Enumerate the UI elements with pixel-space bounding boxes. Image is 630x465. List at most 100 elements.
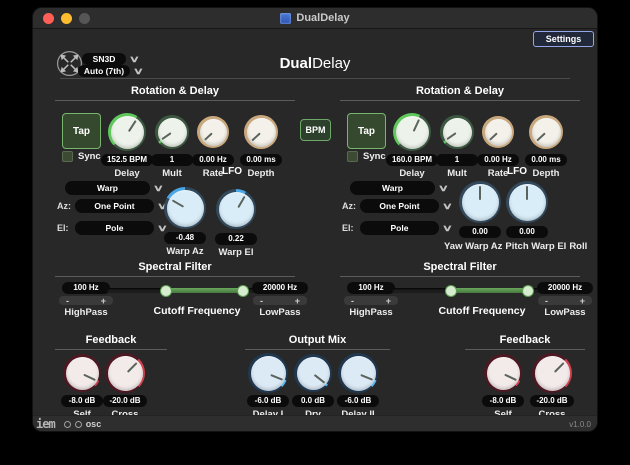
delay-knob[interactable] [393, 113, 431, 151]
tap-tempo-button[interactable]: Tap [62, 113, 101, 149]
lowpass-value[interactable]: 20000 Hz [252, 282, 308, 294]
az-label: Az: [342, 201, 356, 211]
desktop: DualDelay Settings SN3D ∨ Auto (7th) ∨ D… [0, 0, 630, 465]
app-icon [280, 12, 292, 24]
delay1-value[interactable]: -6.0 dB [247, 395, 289, 407]
yaw-warp-az-label: Yaw Warp Az [444, 241, 503, 252]
feedback-self-knob[interactable] [63, 354, 101, 392]
zoom-button[interactable] [79, 12, 90, 24]
sync-toggle[interactable]: Sync [62, 151, 101, 162]
lowpass-value[interactable]: 20000 Hz [537, 282, 593, 294]
tap-tempo-button[interactable]: Tap [347, 113, 386, 149]
plus-button[interactable]: + [386, 296, 391, 305]
depth-value[interactable]: 0.00 ms [525, 154, 567, 166]
close-button[interactable] [43, 12, 54, 24]
feedback-cross-knob[interactable] [532, 353, 572, 393]
mult-label: Mult [447, 168, 467, 179]
warp-mode-dropdown[interactable]: Warp ∨ [65, 181, 164, 195]
minus-button[interactable]: - [66, 296, 69, 305]
mult-knob[interactable] [155, 115, 189, 149]
section-divider [55, 349, 167, 350]
osc-status[interactable]: osc [63, 419, 101, 429]
header-divider [60, 78, 570, 79]
az-warp-dropdown[interactable]: Az: One Point ∨ [57, 199, 168, 213]
feedback-self-knob[interactable] [484, 354, 522, 392]
section-title: Rotation & Delay [130, 85, 219, 97]
yaw-warp-az-knob[interactable] [459, 181, 501, 223]
delay2-value[interactable]: -6.0 dB [337, 395, 379, 407]
settings-button[interactable]: Settings [533, 31, 594, 47]
page-title: DualDelay [33, 55, 597, 72]
window-controls [43, 12, 90, 24]
lowpass-thumb[interactable] [237, 285, 249, 297]
highpass-value[interactable]: 100 Hz [62, 282, 110, 294]
pitch-warp-el-knob[interactable] [506, 181, 548, 223]
el-warp-dropdown[interactable]: El: Pole ∨ [57, 221, 168, 235]
window-title: DualDelay [296, 12, 350, 24]
highpass-value[interactable]: 100 Hz [347, 282, 395, 294]
el-label: El: [342, 223, 354, 233]
delay1-gain-knob[interactable] [248, 353, 288, 393]
depth-value[interactable]: 0.00 ms [240, 154, 282, 166]
plus-button[interactable]: + [101, 296, 106, 305]
lowpass-thumb[interactable] [522, 285, 534, 297]
yaw-warp-az-value[interactable]: 0.00 [459, 226, 501, 238]
section-divider [245, 349, 390, 350]
warp-el-knob[interactable] [216, 189, 256, 229]
plus-button[interactable]: + [295, 296, 300, 305]
self-value[interactable]: -8.0 dB [482, 395, 524, 407]
section-divider [340, 100, 580, 101]
minus-button[interactable]: - [260, 296, 263, 305]
knob-group-self: -8.0 dB Self [475, 352, 531, 420]
warp-mode-value: Warp [65, 181, 150, 195]
az-label: Az: [57, 201, 71, 211]
rate-value[interactable]: 0.00 Hz [192, 154, 234, 166]
bpm-button[interactable]: BPM [300, 119, 331, 141]
lowpass-label: LowPass [259, 307, 301, 318]
output-mix-section: Output Mix -6.0 dB Delay I 0.0 dB Dry [245, 334, 390, 420]
minimize-button[interactable] [61, 12, 72, 24]
lfo-rate-knob[interactable] [482, 116, 514, 148]
delay2-gain-knob[interactable] [338, 353, 378, 393]
sync-label: Sync [78, 151, 101, 162]
delay-knob[interactable] [108, 113, 146, 151]
section-title: Output Mix [288, 334, 347, 346]
dry-gain-knob[interactable] [294, 354, 332, 392]
section-divider [55, 276, 295, 277]
warp-el-value[interactable]: 0.22 [215, 233, 257, 245]
lfo-rate-knob[interactable] [197, 116, 229, 148]
lfo-depth-knob[interactable] [529, 115, 563, 149]
slider-fill [451, 288, 528, 293]
lfo-depth-knob[interactable] [244, 115, 278, 149]
delay-label: Delay [114, 168, 140, 179]
osc-indicator-icon [74, 420, 82, 428]
feedback-right-section: Feedback -8.0 dB Self -20.0 dB Cross [465, 334, 585, 420]
highpass-thumb[interactable] [160, 285, 172, 297]
knob-group-cross: -20.0 dB Cross [97, 352, 153, 420]
warp-el-label: Warp El [218, 247, 254, 258]
warp-mode-dropdown[interactable]: Warp ∨ [350, 181, 449, 195]
plus-button[interactable]: + [580, 296, 585, 305]
feedback-cross-knob[interactable] [105, 353, 145, 393]
highpass-label: HighPass [349, 307, 393, 318]
depth-label: Depth [247, 168, 275, 179]
chevron-down-icon: ∨ [437, 183, 449, 193]
pitch-warp-el-label: Pitch Warp El [505, 241, 567, 252]
minus-button[interactable]: - [545, 296, 548, 305]
mult-knob[interactable] [440, 115, 474, 149]
highpass-thumb[interactable] [445, 285, 457, 297]
footer-bar: iem osc v1.0.0 [33, 415, 597, 431]
section-title: Spectral Filter [138, 261, 212, 273]
warp-az-value[interactable]: -0.48 [164, 232, 206, 244]
section-divider [465, 349, 585, 350]
sync-toggle[interactable]: Sync [347, 151, 386, 162]
az-warp-dropdown[interactable]: Az: One Point ∨ [342, 199, 453, 213]
el-warp-dropdown[interactable]: El: Pole ∨ [342, 221, 453, 235]
dry-value[interactable]: 0.0 dB [292, 395, 334, 407]
minus-button[interactable]: - [351, 296, 354, 305]
warp-az-knob[interactable] [164, 187, 206, 229]
section-divider [340, 276, 580, 277]
titlebar[interactable]: DualDelay [33, 8, 597, 29]
pitch-warp-el-value[interactable]: 0.00 [506, 226, 548, 238]
rate-value[interactable]: 0.00 Hz [477, 154, 519, 166]
